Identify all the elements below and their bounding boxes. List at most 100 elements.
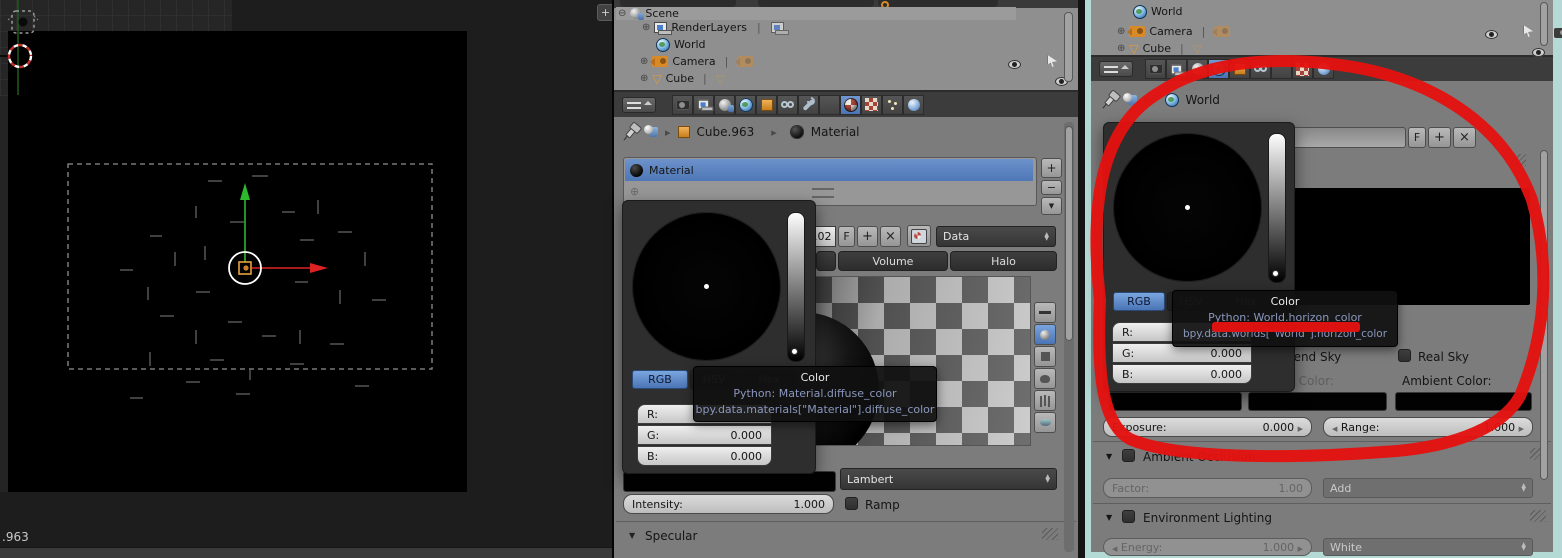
new-material-button[interactable]: + [857,226,878,247]
outliner-search-field[interactable] [878,0,998,7]
type-tab-halo[interactable]: Halo [950,251,1057,271]
breadcrumb-context[interactable]: World [1186,94,1220,106]
panel-drag-grip[interactable] [1040,526,1060,542]
tab-object[interactable] [756,95,777,115]
outliner-label-cube[interactable]: Cube [1143,43,1171,54]
color-wheel-cursor[interactable] [704,284,709,289]
picker-g-field[interactable]: G: 0.000 [637,425,772,445]
outliner-filter-field[interactable] [758,0,874,7]
tab-render[interactable] [1145,59,1166,79]
type-tab-volume[interactable]: Volume [838,251,948,271]
ao-enable-checkbox[interactable] [1122,449,1135,462]
env-color-dropdown[interactable]: White ▲▼ [1323,538,1533,556]
unlink-material-button[interactable]: × [880,226,901,247]
outliner-row-camera[interactable]: ⊕ Camera | [640,54,753,69]
range-slider[interactable]: ◀ Range: 1.000 ▶ [1323,417,1533,437]
fake-user-button[interactable]: F [1408,127,1426,148]
specular-header[interactable]: Specular [645,530,697,542]
outliner-label-renderlayers[interactable]: RenderLayers [671,22,747,33]
slider-step-right-icon[interactable]: ▶ [1298,425,1303,433]
diffuse-shader-dropdown[interactable]: Lambert ▲▼ [840,468,1057,490]
outliner-row-world[interactable]: World [1133,4,1183,19]
cursor-3d[interactable] [9,45,31,67]
env-energy-slider[interactable]: ◀ Energy: 1.000 ▶ [1103,538,1312,556]
tab-world[interactable] [1208,59,1229,79]
tab-object-data[interactable] [1271,59,1292,79]
restrict-view-icon[interactable] [1532,48,1545,57]
tab-modifiers[interactable] [798,95,819,115]
editor-type-button[interactable] [1099,61,1133,77]
restrict-select-icon[interactable] [1524,25,1534,37]
env-collapse-icon[interactable]: ▼ [1106,514,1112,522]
expand-icon[interactable]: ⊕ [642,23,650,33]
outliner-row-renderlayers[interactable]: ⊕ RenderLayers | [642,20,784,35]
tab-physics[interactable] [1313,59,1334,79]
tab-constraints[interactable] [777,95,798,115]
outliner-label-scene[interactable]: Scene [645,8,679,19]
camera-object[interactable] [8,11,38,33]
panel-drag-grip[interactable] [1508,152,1528,168]
outliner-row-camera[interactable]: ⊕ Camera | [1117,24,1230,39]
viewport-3d[interactable]: .963 + [0,0,613,558]
tab-constraints[interactable] [1250,59,1271,79]
preview-sphere-button[interactable] [1034,324,1056,345]
tab-physics[interactable] [903,95,924,115]
tab-texture[interactable] [1292,59,1313,79]
expand-icon[interactable]: ⊕ [640,74,648,84]
outliner-row-scene[interactable]: ⊖ Scene [616,7,1016,20]
breadcrumb-context[interactable]: Material [811,126,860,138]
diffuse-intensity-slider[interactable]: Intensity: 1.000 [623,494,834,514]
add-slot-icon[interactable]: ⊕ [630,186,639,197]
ambient-color-swatch[interactable] [1395,392,1532,411]
tab-render[interactable] [672,95,693,115]
pin-icon[interactable] [1104,94,1116,106]
tab-render-layers[interactable] [1166,59,1187,79]
restrict-view-icon[interactable] [1008,60,1021,69]
outliner-label-camera[interactable]: Camera [1149,26,1192,37]
tab-scene[interactable] [1187,59,1208,79]
manipulator-arrow-y[interactable] [240,183,250,200]
fake-user-button[interactable]: F [838,226,855,247]
ao-factor-slider[interactable]: Factor: 1.00 [1103,478,1312,498]
restrict-view-icon[interactable] [1485,30,1498,39]
tab-object-data[interactable] [819,95,840,115]
horizon-color-swatch[interactable] [1108,392,1242,411]
value-slider[interactable] [787,212,805,362]
link-source-dropdown[interactable]: Data ▲▼ [936,226,1056,247]
breadcrumb-object[interactable]: Cube.963 [697,126,755,138]
type-tab-hidden[interactable] [816,251,836,271]
preview-sky-button[interactable] [1034,412,1056,433]
expand-icon[interactable]: ⊕ [640,57,648,67]
outliner-display-dropdown[interactable] [620,0,736,7]
copy-material-button[interactable] [907,225,931,247]
real-sky-checkbox[interactable] [1398,349,1411,362]
slider-step-right-icon[interactable]: ▶ [1519,425,1524,433]
value-slider-cursor[interactable] [1272,270,1279,277]
expand-icon[interactable]: ⊕ [1117,27,1125,37]
slot-specials-button[interactable]: ▼ [1041,197,1062,215]
list-resize-grip[interactable] [812,188,834,198]
editor-type-button[interactable] [622,97,656,113]
translate-manipulator[interactable] [229,183,328,284]
right-scrollbar[interactable] [1540,150,1548,480]
restrict-select-icon[interactable] [1048,55,1058,67]
panel-drag-grip[interactable] [1528,508,1548,524]
outliner-scrollbar[interactable] [1540,2,1548,46]
slider-step-right-icon[interactable]: ▶ [1298,545,1303,553]
diffuse-color-swatch[interactable] [623,471,836,492]
specular-collapse-icon[interactable]: ▼ [629,532,635,540]
outliner-label-cube[interactable]: Cube [666,73,694,84]
mid-scrollbar[interactable] [1065,126,1073,341]
exposure-slider[interactable]: Exposure: 0.000 ▶ [1103,417,1312,437]
picker-rgb-tab[interactable]: RGB [1113,292,1165,311]
preview-hair-button[interactable] [1034,390,1056,411]
slot-remove-button[interactable]: − [1041,180,1062,195]
pin-icon[interactable] [625,126,637,138]
value-slider-cursor[interactable] [791,348,798,355]
mid-outliner[interactable]: ⊖ Scene ⊕ RenderLayers | World ⊕ Camera … [614,0,1078,92]
tab-render-layers[interactable] [693,95,714,115]
env-enable-checkbox[interactable] [1122,510,1135,523]
tab-world[interactable] [735,95,756,115]
ao-header[interactable]: Ambient Occlusion [1143,451,1255,463]
expand-icon[interactable]: ⊕ [1117,44,1125,54]
